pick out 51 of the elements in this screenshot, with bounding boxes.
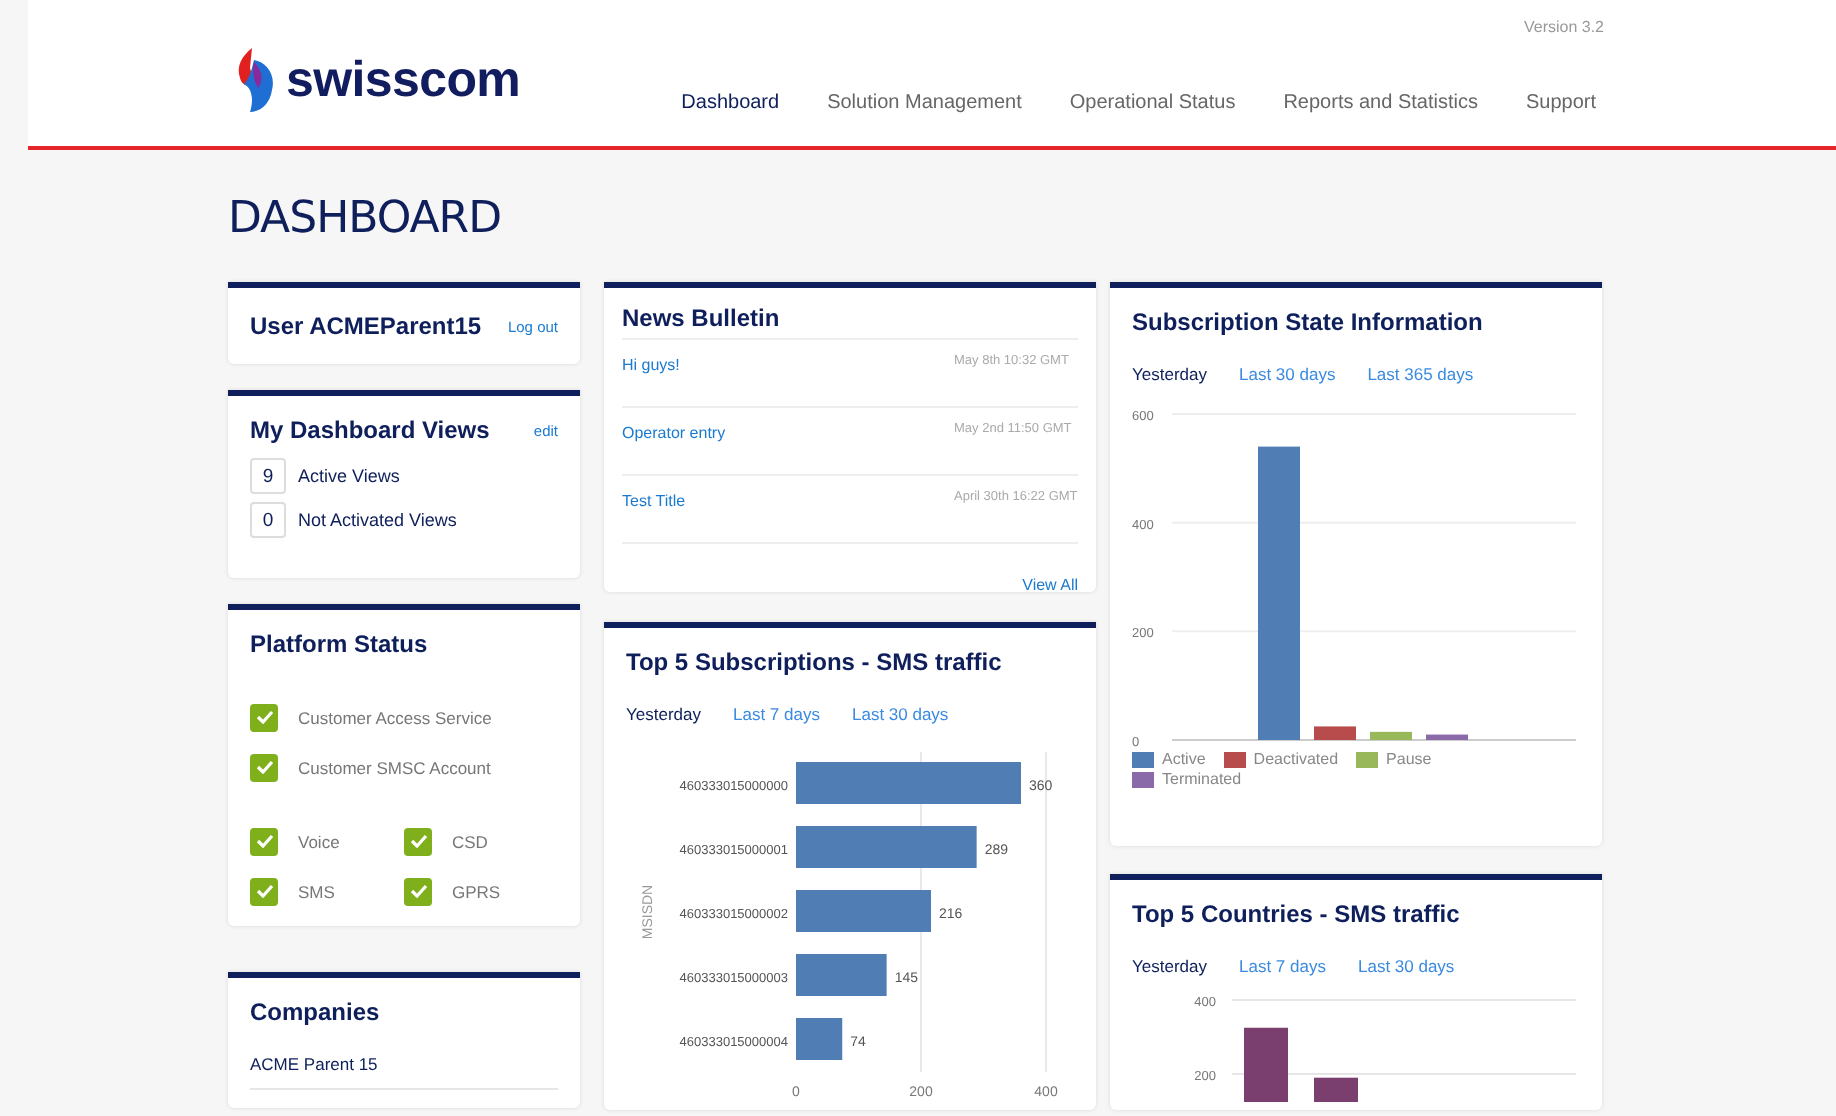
service-label: Customer Access Service: [298, 707, 492, 727]
news-link[interactable]: Operator entry: [622, 424, 726, 468]
period-tab[interactable]: Yesterday: [626, 704, 701, 724]
legend-label: Terminated: [1162, 770, 1242, 788]
checkmark-icon: [255, 760, 273, 774]
channel-label: Voice: [298, 831, 340, 851]
period-tab[interactable]: Last 30 days: [1239, 364, 1336, 384]
checkmark-icon: [255, 834, 273, 848]
checkmark-icon: [255, 884, 273, 898]
card-title: Top 5 Countries - SMS traffic: [1132, 900, 1462, 928]
company-link[interactable]: ACME Parent 15: [250, 1026, 558, 1090]
channel-label: CSD: [452, 831, 488, 851]
nav-link[interactable]: Reports and Statistics: [1283, 92, 1478, 114]
period-tab[interactable]: Last 30 days: [851, 704, 949, 724]
checkmark-icon: [409, 884, 427, 898]
period-tab[interactable]: Last 30 days: [1357, 956, 1455, 976]
view-count: 9: [250, 458, 286, 494]
card-title: Subscription State Information: [1132, 308, 1485, 336]
checkmark-icon: [255, 710, 273, 724]
legend-label: Pause: [1386, 750, 1432, 768]
version-label: Version 3.2: [1523, 18, 1604, 36]
legend-label: Deactivated: [1253, 750, 1339, 768]
news-link[interactable]: Hi guys!: [622, 356, 680, 400]
card-title: News Bulletin: [622, 304, 1078, 340]
page-title: DASHBOARD: [228, 194, 504, 244]
card-title: My Dashboard Views: [250, 416, 490, 444]
logo-text: swisscom: [286, 51, 521, 109]
card-title: Companies: [250, 998, 382, 1026]
channel-label: GPRS: [452, 881, 501, 901]
news-link[interactable]: Test Title: [622, 492, 686, 536]
nav-link[interactable]: Support: [1525, 92, 1596, 114]
service-label: Customer SMSC Account: [298, 757, 491, 777]
nav-link[interactable]: Solution Management: [827, 92, 1022, 114]
card-title: Top 5 Subscriptions - SMS traffic: [626, 648, 1004, 676]
view-label: Active Views: [298, 466, 400, 486]
period-tab[interactable]: Yesterday: [1132, 956, 1207, 976]
view-all-link[interactable]: View All: [1022, 576, 1078, 594]
legend-label: Active: [1162, 750, 1206, 768]
card-title: Platform Status: [250, 630, 430, 658]
period-tab[interactable]: Last 365 days: [1367, 364, 1474, 384]
nav-link[interactable]: Dashboard: [681, 92, 780, 114]
channel-label: SMS: [298, 881, 335, 901]
user-name: User ACMEParent15: [250, 312, 482, 340]
period-tab[interactable]: Yesterday: [1132, 364, 1207, 384]
period-tab[interactable]: Last 7 days: [733, 704, 820, 724]
view-label: Not Activated Views: [298, 510, 457, 530]
checkmark-icon: [409, 834, 427, 848]
nav-link[interactable]: Operational Status: [1069, 92, 1236, 114]
logo-icon: [234, 44, 278, 116]
period-tab[interactable]: Last 7 days: [1239, 956, 1326, 976]
view-count: 0: [250, 502, 286, 538]
